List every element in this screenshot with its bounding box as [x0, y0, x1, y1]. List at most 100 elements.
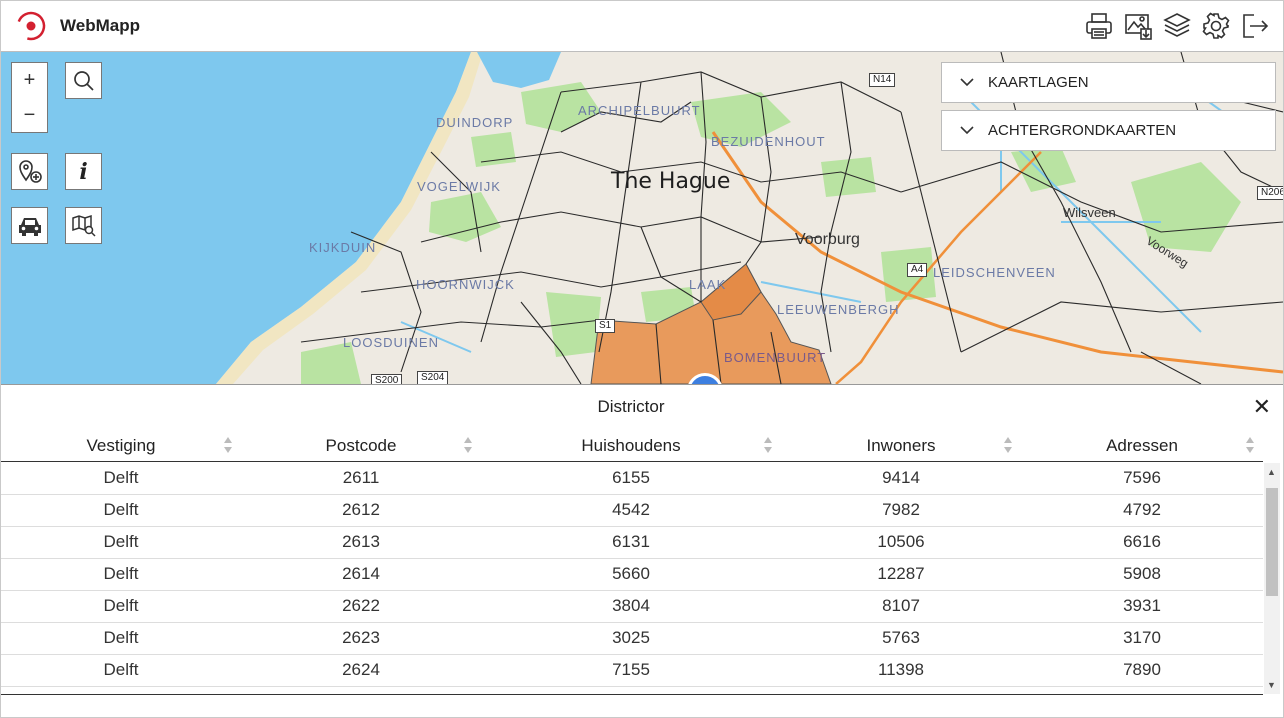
cell-inwoners: 7982	[882, 500, 920, 519]
layers-icon[interactable]	[1161, 9, 1193, 43]
cell-postcode: 2612	[342, 500, 380, 519]
map-label-hoornwijck: HOORNWIJCK	[416, 277, 515, 292]
cell-inwoners: 10506	[877, 532, 925, 551]
info-button[interactable]: i	[65, 153, 102, 190]
map-label-wilsveen: Wilsveen	[1063, 205, 1116, 220]
sort-icon	[1004, 437, 1012, 453]
cell-vestiging: Delft	[103, 628, 139, 647]
zoom-out-button[interactable]: −	[12, 98, 47, 133]
map-export-icon[interactable]	[1122, 9, 1154, 43]
webmapp-logo-icon	[16, 11, 46, 41]
map-label-leeuwenbergh: LEEUWENBERGH	[777, 302, 900, 317]
add-location-button[interactable]	[11, 153, 48, 190]
cell-adressen: 6616	[1123, 532, 1161, 551]
scroll-up-icon[interactable]: ▲	[1267, 467, 1276, 477]
cell-vestiging: Delft	[103, 532, 139, 551]
map-city-label: The Hague	[611, 169, 731, 194]
zoom-in-button[interactable]: +	[12, 63, 47, 98]
logout-icon[interactable]	[1239, 9, 1271, 43]
app-window: WebMapp ARCHIPELBUURT DUINDORP BEZUIDENH…	[0, 0, 1284, 718]
table-row[interactable]: Delft 2624 7155 11398 7890	[1, 655, 1263, 687]
map-view[interactable]: ARCHIPELBUURT DUINDORP BEZUIDENHOUT VOGE…	[1, 52, 1283, 384]
cell-inwoners: 9414	[882, 468, 920, 487]
column-header-adressen[interactable]: Adressen	[1021, 432, 1263, 461]
scroll-down-icon[interactable]: ▼	[1267, 680, 1276, 690]
cell-huishoudens: 3804	[612, 596, 650, 615]
app-title: WebMapp	[60, 16, 140, 35]
cell-adressen: 3170	[1123, 628, 1161, 647]
cell-vestiging: Delft	[103, 468, 139, 487]
map-label-vogelwijk: VOGELWIJK	[417, 179, 501, 194]
cell-huishoudens: 4542	[612, 500, 650, 519]
map-label-kijkduin: KIJKDUIN	[309, 240, 377, 255]
top-bar: WebMapp	[1, 1, 1283, 52]
sort-icon	[464, 437, 472, 453]
sort-icon	[224, 437, 232, 453]
chevron-down-icon	[960, 78, 974, 87]
map-town-label: Voorburg	[795, 231, 860, 248]
table-bottom-border	[1, 694, 1263, 695]
add-location-icon	[18, 159, 42, 183]
table-row[interactable]: Delft 2612 4542 7982 4792	[1, 495, 1263, 527]
table-row[interactable]: Delft 2611 6155 9414 7596	[1, 463, 1263, 495]
settings-icon[interactable]	[1200, 9, 1232, 43]
cell-vestiging: Delft	[103, 564, 139, 583]
cell-inwoners: 11398	[877, 660, 924, 679]
road-shield-a4: A4	[907, 263, 928, 277]
map-label-loosduinen: LOOSDUINEN	[343, 335, 439, 350]
column-header-vestiging[interactable]: Vestiging	[1, 432, 241, 461]
cell-postcode: 2611	[342, 468, 380, 487]
toolbar	[1083, 9, 1271, 43]
cell-vestiging: Delft	[103, 500, 139, 519]
table-header: Vestiging Postcode Huishoudens Inwoners …	[1, 432, 1263, 462]
table-row[interactable]: Delft 2614 5660 12287 5908	[1, 559, 1263, 591]
cell-postcode: 2622	[342, 596, 380, 615]
districtor-title: Districtor	[597, 397, 665, 416]
cell-huishoudens: 3025	[612, 628, 650, 647]
sort-icon	[764, 437, 772, 453]
road-shield-n206: N206	[1257, 186, 1283, 200]
car-icon	[18, 217, 41, 236]
achtergrondkaarten-panel[interactable]: ACHTERGRONDKAARTEN	[941, 110, 1276, 151]
map-label-bomenbuurt: BOMENBUURT	[724, 350, 827, 365]
cell-vestiging: Delft	[103, 596, 139, 615]
cell-huishoudens: 7155	[612, 660, 650, 679]
table-row[interactable]: Delft 2613 6131 10506 6616	[1, 527, 1263, 559]
cell-huishoudens: 6155	[612, 468, 650, 487]
table-row[interactable]: Delft 2622 3804 8107 3931	[1, 591, 1263, 623]
search-button[interactable]	[65, 62, 102, 99]
cell-adressen: 7596	[1123, 468, 1161, 487]
kaartlagen-label: KAARTLAGEN	[988, 74, 1089, 91]
districtor-panel: Districtor ✕ Vestiging Postcode Huishoud…	[1, 384, 1283, 717]
cell-inwoners: 8107	[882, 596, 920, 615]
cell-adressen: 3931	[1123, 596, 1161, 615]
map-label-laak: LAAK	[689, 277, 727, 292]
cell-inwoners: 12287	[877, 564, 925, 583]
column-header-inwoners[interactable]: Inwoners	[781, 432, 1021, 461]
cell-inwoners: 5763	[882, 628, 920, 647]
cell-vestiging: Delft	[103, 660, 139, 679]
table-row[interactable]: Delft 2623 3025 5763 3170	[1, 623, 1263, 655]
cell-postcode: 2614	[342, 564, 380, 583]
cell-postcode: 2613	[342, 532, 380, 551]
table-scrollbar[interactable]: ▲ ▼	[1264, 463, 1280, 694]
map-search-button[interactable]	[65, 207, 102, 244]
info-icon: i	[79, 158, 88, 185]
sort-icon	[1246, 437, 1254, 453]
kaartlagen-panel[interactable]: KAARTLAGEN	[941, 62, 1276, 103]
scrollbar-thumb[interactable]	[1266, 488, 1278, 596]
column-header-huishoudens[interactable]: Huishoudens	[481, 432, 781, 461]
cell-huishoudens: 6131	[612, 532, 650, 551]
printer-icon[interactable]	[1083, 9, 1115, 43]
search-icon	[73, 70, 94, 91]
route-button[interactable]	[11, 207, 48, 244]
map-search-icon	[71, 214, 96, 237]
cell-adressen: 5908	[1123, 564, 1161, 583]
close-icon[interactable]: ✕	[1253, 396, 1271, 418]
road-shield-s204: S204	[417, 371, 449, 384]
zoom-control: + −	[11, 62, 48, 133]
chevron-down-icon	[960, 126, 974, 135]
map-label-bezuidenhout: BEZUIDENHOUT	[711, 134, 826, 149]
column-header-postcode[interactable]: Postcode	[241, 432, 481, 461]
map-label-archipelbuurt: ARCHIPELBUURT	[578, 103, 701, 118]
